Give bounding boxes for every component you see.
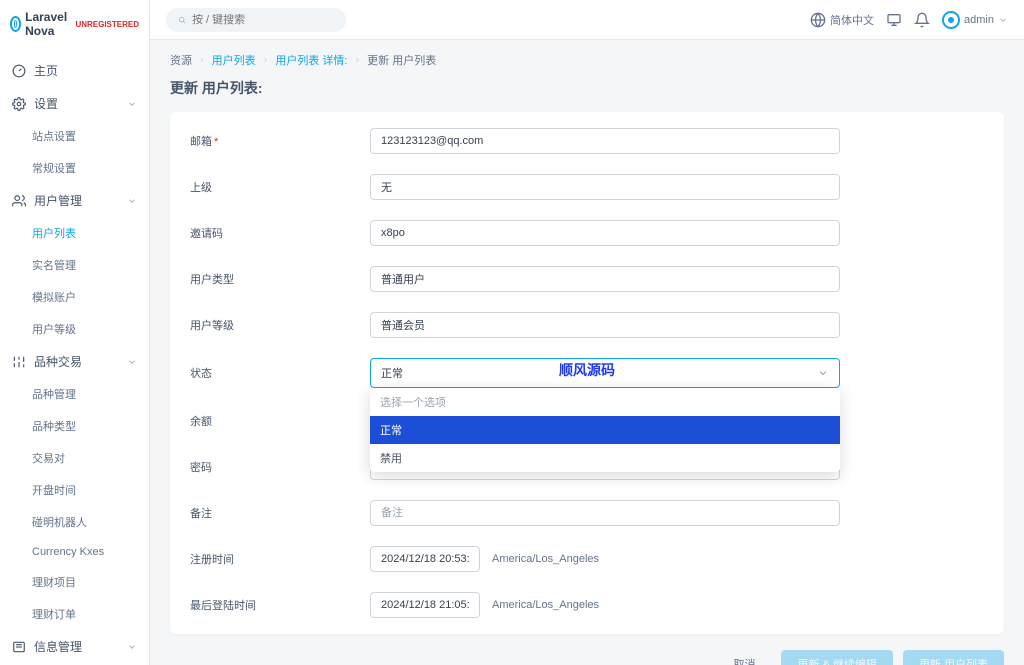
search-icon — [178, 12, 186, 28]
logo-icon — [10, 16, 21, 32]
chevron-down-icon — [998, 15, 1008, 25]
sidebar-item-settings-site[interactable]: 站点设置 — [0, 120, 149, 152]
sidebar-item-users-level[interactable]: 用户等级 — [0, 313, 149, 345]
remark-label: 备注 — [190, 505, 370, 521]
username-label: admin — [964, 14, 994, 26]
sidebar: Laravel Nova UNREGISTERED 主页 设置 站点设置 常规设… — [0, 0, 150, 665]
status-option-disabled[interactable]: 禁用 — [370, 444, 840, 472]
sidebar-item-settings[interactable]: 设置 — [0, 87, 149, 120]
invite-label: 邀请码 — [190, 225, 370, 241]
page-title: 更新 用户列表: — [170, 78, 1004, 98]
email-field[interactable] — [370, 128, 840, 154]
chevron-down-icon — [127, 196, 137, 206]
breadcrumb-link[interactable]: 用户列表 — [212, 52, 256, 68]
chevron-down-icon — [127, 357, 137, 367]
chevron-down-icon — [817, 367, 829, 379]
sidebar-item-variety-manage[interactable]: 品种管理 — [0, 378, 149, 410]
balance-label: 余额 — [190, 413, 370, 429]
lastlogin-field[interactable] — [370, 592, 480, 618]
breadcrumb-link[interactable]: 用户列表 详情: — [275, 52, 347, 68]
email-label: 邮箱* — [190, 133, 370, 149]
content: 顺风源码 资源 › 用户列表 › 用户列表 详情: › 更新 用户列表 更新 用… — [150, 40, 1024, 665]
sidebar-item-label: 主页 — [34, 62, 58, 79]
sidebar-item-settings-general[interactable]: 常规设置 — [0, 152, 149, 184]
status-dropdown: 选择一个选项 正常 禁用 — [370, 388, 840, 472]
form-card: 邮箱* 上级 邀请码 用户类型 用户等级 — [170, 112, 1004, 634]
globe-icon — [810, 12, 826, 28]
parent-label: 上级 — [190, 179, 370, 195]
sidebar-item-variety-finance[interactable]: 理财项目 — [0, 566, 149, 598]
sidebar-item-label: 设置 — [34, 95, 58, 112]
sidebar-item-label: 信息管理 — [34, 638, 82, 655]
type-field[interactable] — [370, 266, 840, 292]
sidebar-item-info[interactable]: 信息管理 — [0, 630, 149, 663]
chevron-down-icon — [127, 99, 137, 109]
global-search[interactable] — [166, 8, 346, 32]
nav: 主页 设置 站点设置 常规设置 用户管理 用户列表 实名管理 模拟账户 用户等级… — [0, 48, 149, 665]
regtime-field[interactable] — [370, 546, 480, 572]
sidebar-item-users-mock[interactable]: 模拟账户 — [0, 281, 149, 313]
breadcrumb-root: 资源 — [170, 52, 192, 68]
remark-field[interactable] — [370, 500, 840, 526]
lastlogin-timezone: America/Los_Angeles — [492, 599, 599, 611]
breadcrumb: 资源 › 用户列表 › 用户列表 详情: › 更新 用户列表 — [170, 52, 1004, 68]
level-field[interactable] — [370, 312, 840, 338]
search-input[interactable] — [192, 14, 334, 26]
sidebar-item-users[interactable]: 用户管理 — [0, 184, 149, 217]
sidebar-item-variety-order[interactable]: 理财订单 — [0, 598, 149, 630]
sidebar-item-users-list[interactable]: 用户列表 — [0, 217, 149, 249]
regtime-label: 注册时间 — [190, 551, 370, 567]
sidebar-item-variety-open[interactable]: 开盘时间 — [0, 474, 149, 506]
form-actions: 取消 更新 & 继续编辑 更新 用户列表 — [170, 650, 1004, 665]
breadcrumb-current: 更新 用户列表 — [367, 52, 436, 68]
chevron-right-icon: › — [355, 54, 359, 66]
sidebar-item-variety-type[interactable]: 品种类型 — [0, 410, 149, 442]
level-label: 用户等级 — [190, 317, 370, 333]
logo-unregistered: UNREGISTERED — [75, 20, 139, 29]
main: 简体中文 admin 顺风源码 资源 › 用户列表 › 用户列表 详情: › — [150, 0, 1024, 665]
status-option-normal[interactable]: 正常 — [370, 416, 840, 444]
status-label: 状态 — [190, 365, 370, 381]
bell-icon[interactable] — [914, 12, 930, 28]
parent-field[interactable] — [370, 174, 840, 200]
sidebar-item-variety-pair[interactable]: 交易对 — [0, 442, 149, 474]
save-continue-button[interactable]: 更新 & 继续编辑 — [781, 650, 892, 665]
logo-area: Laravel Nova UNREGISTERED — [0, 0, 149, 48]
save-button[interactable]: 更新 用户列表 — [903, 650, 1004, 665]
sidebar-item-label: 用户管理 — [34, 192, 82, 209]
user-menu[interactable]: admin — [942, 11, 1008, 29]
status-option-placeholder[interactable]: 选择一个选项 — [370, 388, 840, 416]
regtime-timezone: America/Los_Angeles — [492, 553, 599, 565]
newspaper-icon — [12, 640, 26, 654]
logo-text: Laravel Nova — [25, 10, 69, 38]
avatar-icon — [942, 11, 960, 29]
chevron-right-icon: › — [200, 54, 204, 66]
chevron-right-icon: › — [264, 54, 268, 66]
gauge-icon — [12, 64, 26, 78]
users-icon — [12, 194, 26, 208]
sidebar-item-variety-currency[interactable]: Currency Kxes — [0, 538, 149, 566]
sliders-icon — [12, 355, 26, 369]
sidebar-item-home[interactable]: 主页 — [0, 54, 149, 87]
gear-icon — [12, 97, 26, 111]
sidebar-item-variety-robot[interactable]: 碰明机器人 — [0, 506, 149, 538]
lastlogin-label: 最后登陆时间 — [190, 597, 370, 613]
invite-field[interactable] — [370, 220, 840, 246]
language-label: 简体中文 — [830, 12, 874, 28]
sidebar-item-users-real[interactable]: 实名管理 — [0, 249, 149, 281]
language-selector[interactable]: 简体中文 — [810, 12, 874, 28]
sidebar-item-label: 品种交易 — [34, 353, 82, 370]
sidebar-item-variety[interactable]: 品种交易 — [0, 345, 149, 378]
status-select[interactable]: 正常 — [370, 358, 840, 388]
chevron-down-icon — [127, 642, 137, 652]
cancel-button[interactable]: 取消 — [717, 650, 771, 665]
type-label: 用户类型 — [190, 271, 370, 287]
topbar: 简体中文 admin — [150, 0, 1024, 40]
password-label: 密码 — [190, 459, 370, 475]
status-select-value: 正常 — [381, 365, 403, 381]
monitor-icon[interactable] — [886, 12, 902, 28]
